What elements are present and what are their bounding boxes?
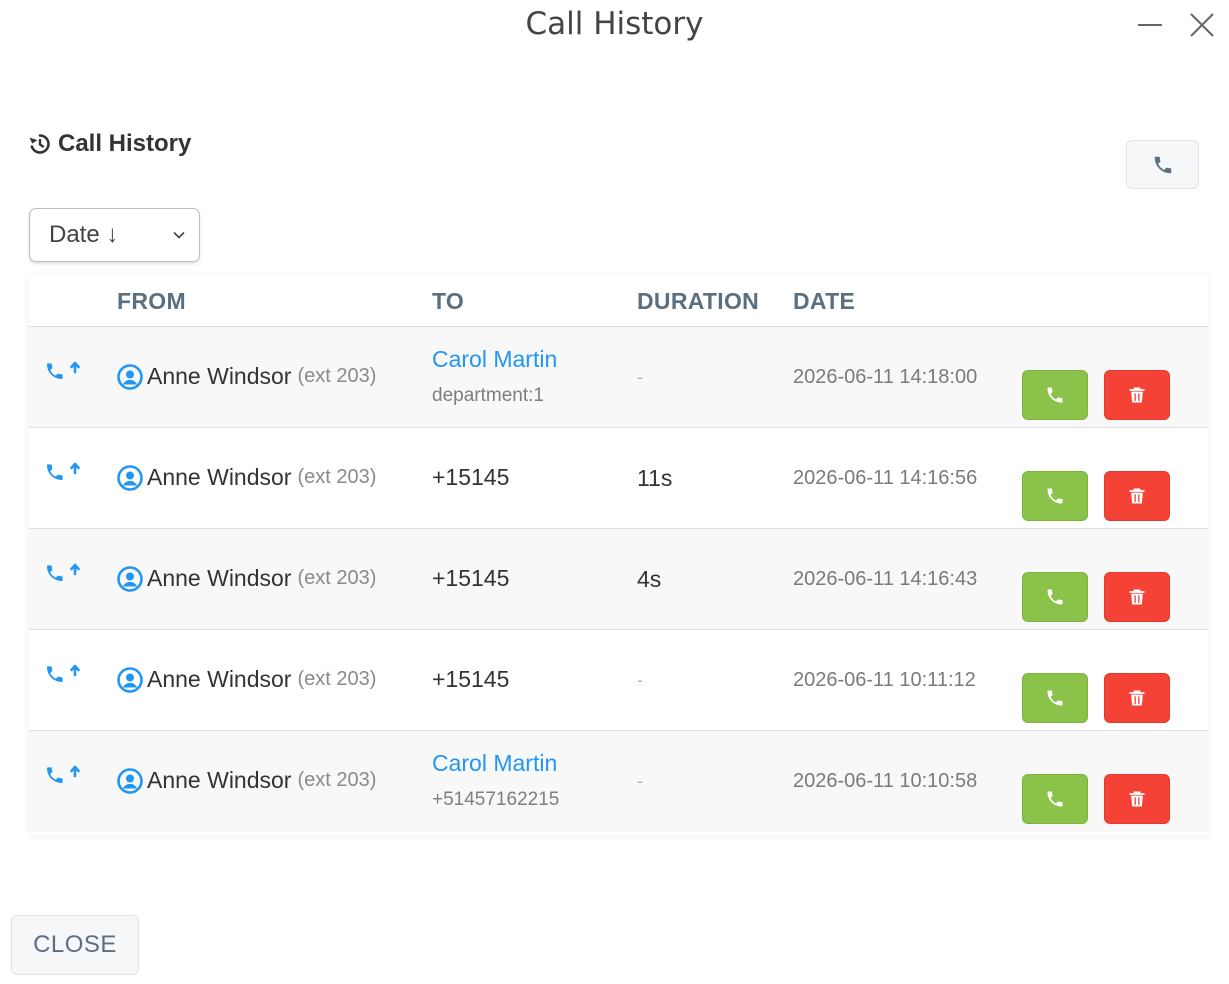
call-history-dialog: Call History Call History Date ↓ FROM TO… [0,0,1229,984]
from-extension: (ext 203) [297,567,377,589]
to-number: +15145 [432,565,510,591]
from-cell: Anne Windsor (ext 203) [117,464,376,491]
delete-button[interactable] [1104,774,1170,824]
call-back-button[interactable] [1022,572,1088,622]
phone-icon [1047,589,1063,605]
trash-icon [1129,791,1145,807]
date: 2026-06-11 14:18:00 [793,366,978,388]
from-extension: (ext 203) [297,769,377,791]
duration: - [637,670,643,690]
user-circle-icon [117,767,143,794]
from-extension: (ext 203) [297,365,377,387]
outgoing-call-icon [47,664,80,682]
from-cell: Anne Windsor (ext 203) [117,363,376,390]
to-number: +15145 [432,464,510,490]
to-contact-link[interactable]: Carol Martin [432,346,557,373]
to-number: +15145 [432,666,510,692]
delete-button[interactable] [1104,572,1170,622]
outgoing-call-icon [47,563,80,581]
to-contact-link[interactable]: Carol Martin [432,750,557,777]
from-extension: (ext 203) [297,466,377,488]
table-row: Anne Windsor (ext 203) Carol Martin depa… [29,327,1208,428]
history-icon [29,134,50,154]
user-circle-icon [117,363,143,390]
section-header: Call History [28,130,191,158]
phone-icon [1154,156,1171,173]
duration: 4s [637,566,662,592]
table-row: Anne Windsor (ext 203) +15145 - 2026-06-… [29,630,1208,731]
chevron-down-icon [173,231,185,239]
call-back-button[interactable] [1022,370,1088,420]
user-circle-icon [117,666,143,693]
phone-icon [1047,387,1063,403]
trash-icon [1129,589,1145,605]
call-back-button[interactable] [1022,774,1088,824]
table-row: Anne Windsor (ext 203) +15145 4s 2026-06… [29,529,1208,630]
from-name: Anne Windsor [147,464,292,490]
from-extension: (ext 203) [297,668,377,690]
call-history-table: FROM TO DURATION DATE Anne Windsor (ext … [29,275,1208,835]
dial-button[interactable] [1126,140,1199,189]
delete-button[interactable] [1104,673,1170,723]
from-name: Anne Windsor [147,767,292,793]
sort-select-value: Date ↓ [49,221,119,248]
sort-select[interactable]: Date ↓ [29,208,200,262]
from-cell: Anne Windsor (ext 203) [117,565,376,592]
phone-icon [1047,690,1063,706]
duration: 11s [637,465,673,491]
duration: - [637,771,643,791]
outgoing-call-icon [47,361,80,379]
table-header: FROM TO DURATION DATE [29,275,1208,327]
call-back-button[interactable] [1022,471,1088,521]
minimize-icon [1138,24,1162,26]
to-subtext: +51457162215 [432,789,560,810]
call-back-button[interactable] [1022,673,1088,723]
close-button[interactable]: CLOSE [11,915,139,975]
from-cell: Anne Windsor (ext 203) [117,666,376,693]
delete-button[interactable] [1104,471,1170,521]
minimize-button[interactable] [1135,10,1165,40]
trash-icon [1129,387,1145,403]
to-subtext: department:1 [432,385,544,406]
column-header-duration: DURATION [637,288,760,314]
table-row: Anne Windsor (ext 203) +15145 11s 2026-0… [29,428,1208,529]
user-circle-icon [117,565,143,592]
column-header-date: DATE [793,288,856,314]
phone-icon [1047,488,1063,504]
outgoing-call-icon [47,765,80,783]
close-icon [1190,13,1214,37]
window-close-button[interactable] [1187,10,1217,40]
date: 2026-06-11 14:16:56 [793,467,978,489]
column-header-from: FROM [117,288,186,314]
window-title: Call History [525,6,704,42]
from-name: Anne Windsor [147,363,292,389]
trash-icon [1129,690,1145,706]
column-header-to: TO [432,288,465,314]
outgoing-call-icon [47,462,80,480]
delete-button[interactable] [1104,370,1170,420]
from-name: Anne Windsor [147,565,292,591]
section-title: Call History [58,130,192,157]
date: 2026-06-11 10:10:58 [793,770,978,792]
date: 2026-06-11 14:16:43 [793,568,978,590]
duration: - [637,367,643,387]
table-row: Anne Windsor (ext 203) Carol Martin +514… [29,731,1208,832]
user-circle-icon [117,464,143,491]
from-name: Anne Windsor [147,666,292,692]
from-cell: Anne Windsor (ext 203) [117,767,376,794]
date: 2026-06-11 10:11:12 [793,669,976,691]
trash-icon [1129,488,1145,504]
phone-icon [1047,791,1063,807]
